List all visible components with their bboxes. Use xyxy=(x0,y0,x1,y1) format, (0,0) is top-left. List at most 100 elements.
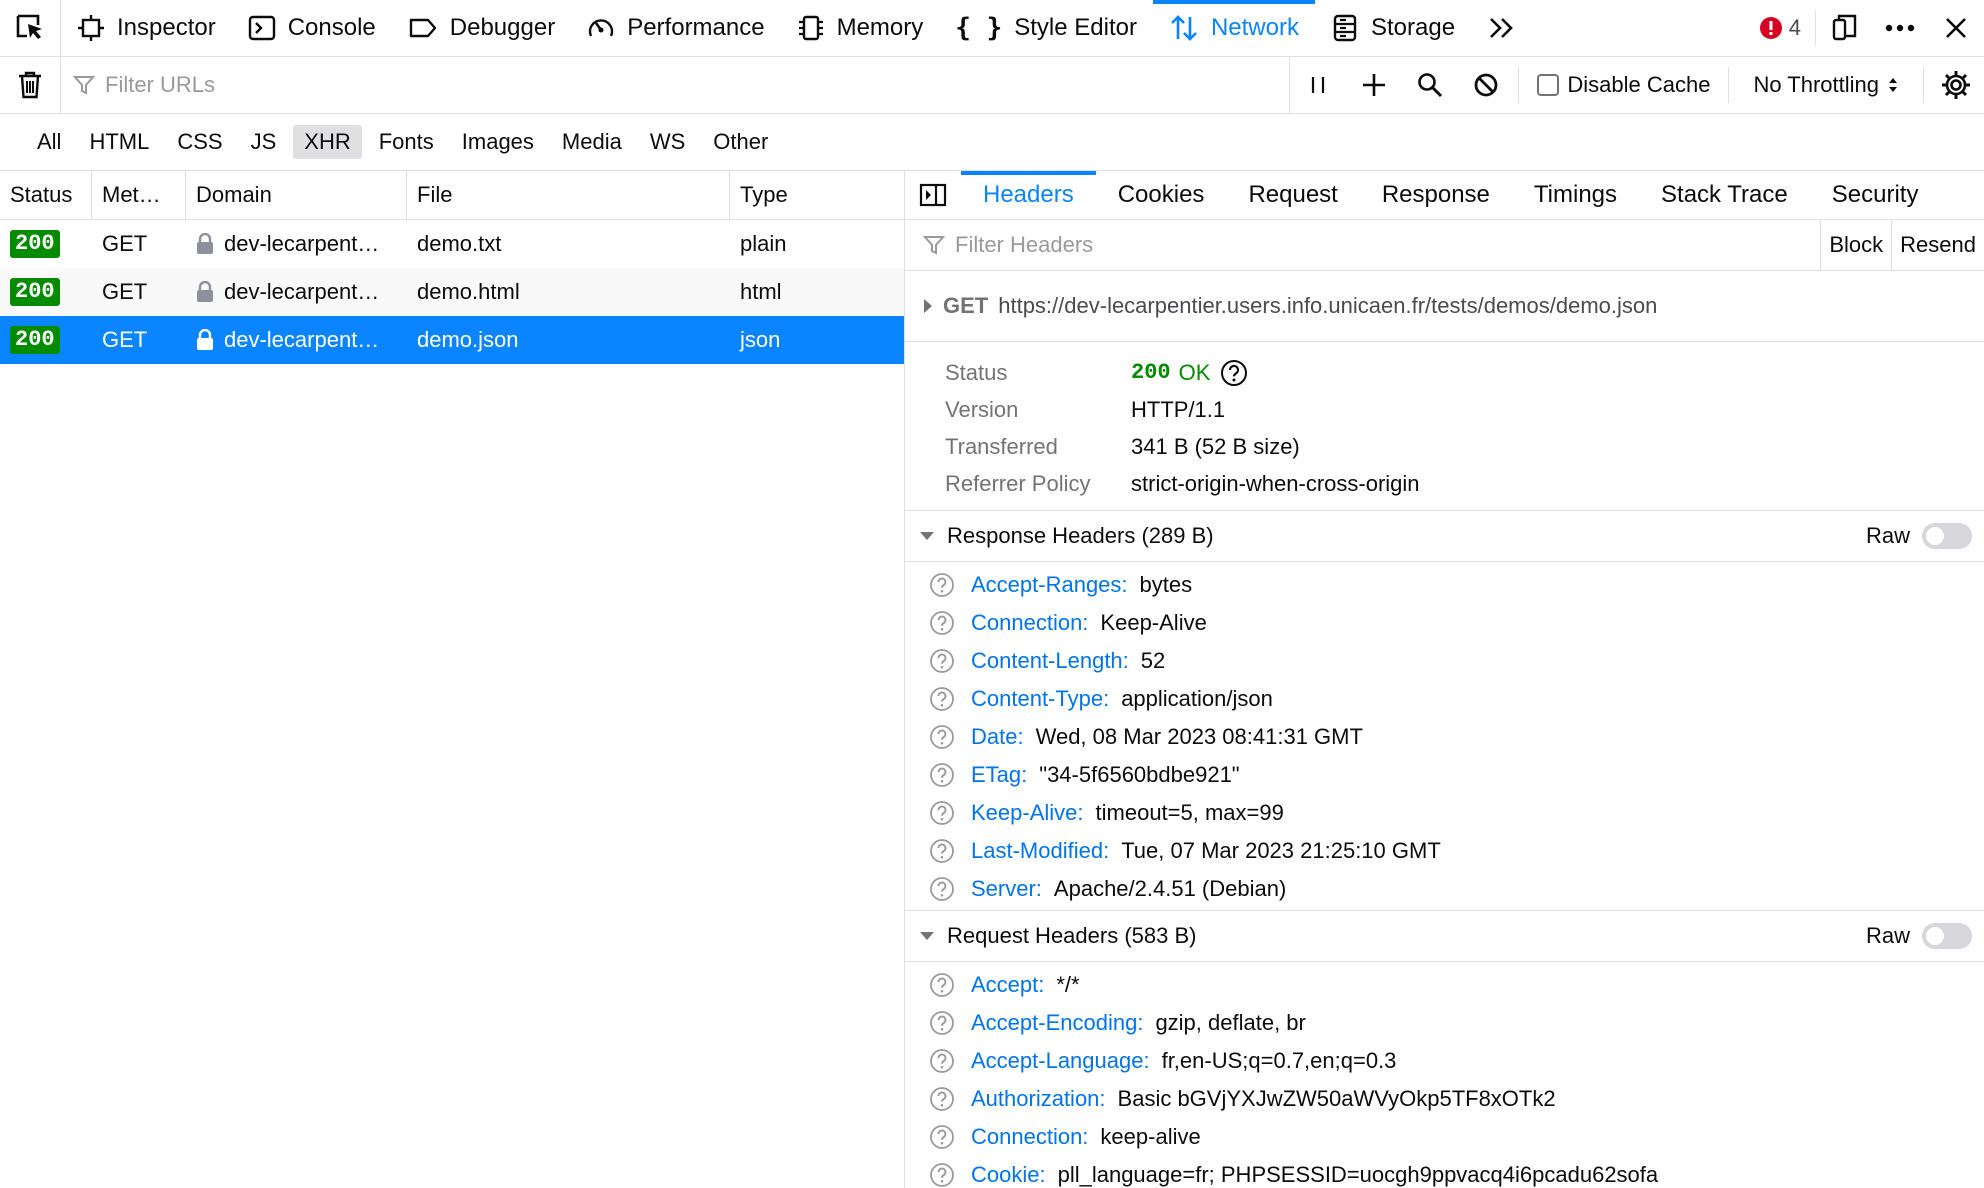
raw-switch[interactable] xyxy=(1922,923,1972,949)
tab-headers[interactable]: Headers xyxy=(961,171,1096,219)
header-row[interactable]: Accept-Language: fr,en-US;q=0.7,en;q=0.3 xyxy=(905,1042,1984,1080)
request-headers-section-header[interactable]: Request Headers (583 B) Raw xyxy=(905,911,1984,962)
request-blocking-button[interactable] xyxy=(1458,57,1514,113)
checkbox-box[interactable] xyxy=(1537,74,1560,96)
tab-security[interactable]: Security xyxy=(1810,171,1941,219)
tab-response[interactable]: Response xyxy=(1360,171,1512,219)
help-icon[interactable] xyxy=(929,1048,961,1074)
request-url-summary[interactable]: GET https://dev-lecarpentier.users.info.… xyxy=(905,271,1984,342)
header-row[interactable]: Cookie: pll_language=fr; PHPSESSID=uocgh9… xyxy=(905,1156,1984,1188)
type-filter-all[interactable]: All xyxy=(26,125,72,159)
type-filter-fonts[interactable]: Fonts xyxy=(368,125,445,159)
error-count-button[interactable]: 4 xyxy=(1745,10,1816,46)
tab-memory[interactable]: Memory xyxy=(781,0,940,56)
request-raw-toggle[interactable]: Raw xyxy=(1866,923,1984,949)
help-icon[interactable] xyxy=(929,1162,961,1188)
header-name: Date: xyxy=(971,724,1024,749)
throttling-select[interactable]: No Throttling xyxy=(1733,72,1919,98)
headers-filter-input[interactable] xyxy=(953,231,1821,259)
type-filter-other[interactable]: Other xyxy=(702,125,779,159)
tab-performance[interactable]: Performance xyxy=(571,0,780,56)
header-row[interactable]: Content-Type: application/json xyxy=(905,680,1984,718)
column-header-type[interactable]: Type xyxy=(730,171,904,219)
network-icon xyxy=(1169,13,1199,43)
response-raw-toggle[interactable]: Raw xyxy=(1866,523,1984,549)
tab-inspector[interactable]: Inspector xyxy=(61,0,232,56)
domain-cell: dev-lecarpent… xyxy=(186,327,407,353)
toggle-sidebar-button[interactable] xyxy=(905,171,961,219)
element-picker-button[interactable] xyxy=(0,0,61,56)
tab-cookies[interactable]: Cookies xyxy=(1096,171,1227,219)
type-filter-media[interactable]: Media xyxy=(551,125,633,159)
help-icon[interactable] xyxy=(929,724,961,750)
type-filter-ws[interactable]: WS xyxy=(639,125,696,159)
tab-debugger[interactable]: Debugger xyxy=(392,0,571,56)
type-filter-css[interactable]: CSS xyxy=(166,125,233,159)
tab-stack-trace[interactable]: Stack Trace xyxy=(1639,171,1810,219)
header-row[interactable]: Last-Modified: Tue, 07 Mar 2023 21:25:10 … xyxy=(905,832,1984,870)
header-row[interactable]: ETag: "34-5f6560bdbe921" xyxy=(905,756,1984,794)
responsive-design-button[interactable] xyxy=(1816,0,1872,56)
header-row[interactable]: Connection: keep-alive xyxy=(905,1118,1984,1156)
tab-request[interactable]: Request xyxy=(1226,171,1359,219)
url-filter-input[interactable] xyxy=(103,71,1290,99)
resend-button[interactable]: Resend xyxy=(1891,220,1984,270)
header-row[interactable]: Content-Length: 52 xyxy=(905,642,1984,680)
header-row[interactable]: Authorization: Basic bGVjYXJwZW50aWVyOkp5… xyxy=(905,1080,1984,1118)
block-button[interactable]: Block xyxy=(1820,220,1891,270)
help-icon[interactable] xyxy=(929,610,961,636)
column-header-method[interactable]: Met… xyxy=(92,171,186,219)
new-request-button[interactable] xyxy=(1346,57,1402,113)
tab-style-editor[interactable]: { } Style Editor xyxy=(939,0,1153,56)
help-icon[interactable] xyxy=(929,686,961,712)
method-cell: GET xyxy=(102,231,148,256)
column-header-status[interactable]: Status xyxy=(0,171,92,219)
header-row[interactable]: Keep-Alive: timeout=5, max=99 xyxy=(905,794,1984,832)
more-tools-button[interactable] xyxy=(1471,0,1533,56)
table-row[interactable]: 200 GET dev-lecarpent… demo.html html xyxy=(0,268,904,316)
help-icon[interactable] xyxy=(1220,359,1248,387)
tab-storage[interactable]: Storage xyxy=(1315,0,1471,56)
header-row[interactable]: Accept-Encoding: gzip, deflate, br xyxy=(905,1004,1984,1042)
help-icon[interactable] xyxy=(929,572,961,598)
close-toolbox-button[interactable] xyxy=(1928,0,1984,56)
type-filter-xhr[interactable]: XHR xyxy=(293,125,362,159)
pause-recording-button[interactable] xyxy=(1290,57,1346,113)
table-row[interactable]: 200 GET dev-lecarpent… demo.txt plain xyxy=(0,220,904,268)
toolbox-menu-button[interactable] xyxy=(1872,0,1928,56)
type-filter-js[interactable]: JS xyxy=(240,125,288,159)
header-row[interactable]: Accept-Ranges: bytes xyxy=(905,566,1984,604)
header-value: Wed, 08 Mar 2023 08:41:31 GMT xyxy=(1035,724,1363,749)
response-headers-section-header[interactable]: Response Headers (289 B) Raw xyxy=(905,511,1984,562)
tab-network[interactable]: Network xyxy=(1152,0,1316,56)
disable-cache-checkbox[interactable]: Disable Cache xyxy=(1523,72,1724,98)
help-icon[interactable] xyxy=(929,972,961,998)
column-header-domain[interactable]: Domain xyxy=(186,171,407,219)
network-settings-button[interactable] xyxy=(1928,57,1984,113)
help-icon[interactable] xyxy=(929,1010,961,1036)
response-summary: Status 200 OK Version HTTP/1.1 Transferr… xyxy=(905,342,1984,511)
header-row[interactable]: Connection: Keep-Alive xyxy=(905,604,1984,642)
raw-switch[interactable] xyxy=(1922,523,1972,549)
help-icon[interactable] xyxy=(929,800,961,826)
type-filter-html[interactable]: HTML xyxy=(78,125,160,159)
separator xyxy=(1923,67,1924,103)
header-row[interactable]: Server: Apache/2.4.51 (Debian) xyxy=(905,870,1984,908)
devtools-toolbar: Inspector Console Debugger Performance M… xyxy=(0,0,1984,57)
tab-timings[interactable]: Timings xyxy=(1512,171,1639,219)
tab-console[interactable]: Console xyxy=(232,0,392,56)
type-filter-images[interactable]: Images xyxy=(451,125,545,159)
table-row-selected[interactable]: 200 GET dev-lecarpent… demo.json json xyxy=(0,316,904,364)
header-value: Keep-Alive xyxy=(1100,610,1207,635)
help-icon[interactable] xyxy=(929,1124,961,1150)
header-row[interactable]: Date: Wed, 08 Mar 2023 08:41:31 GMT xyxy=(905,718,1984,756)
help-icon[interactable] xyxy=(929,1086,961,1112)
column-header-file[interactable]: File xyxy=(407,171,730,219)
header-row[interactable]: Accept: */* xyxy=(905,966,1984,1004)
help-icon[interactable] xyxy=(929,838,961,864)
clear-requests-button[interactable] xyxy=(0,57,61,113)
help-icon[interactable] xyxy=(929,876,961,902)
search-button[interactable] xyxy=(1402,57,1458,113)
help-icon[interactable] xyxy=(929,648,961,674)
help-icon[interactable] xyxy=(929,762,961,788)
